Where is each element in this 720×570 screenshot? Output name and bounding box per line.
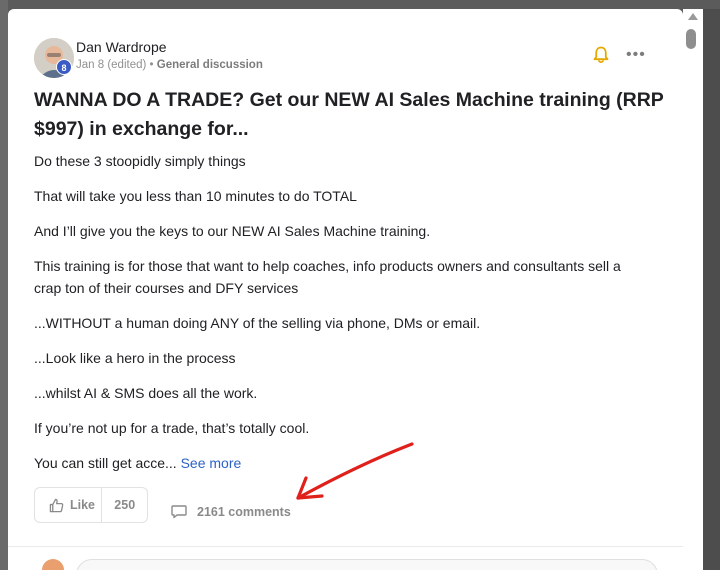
scroll-thumb[interactable]: [686, 29, 696, 49]
comment-bubble-icon: [171, 505, 187, 519]
backdrop: [0, 0, 8, 570]
post-paragraph: ...whilst AI & SMS does all the work.: [34, 385, 258, 401]
like-label: Like: [70, 498, 96, 512]
like-group: Like 250: [34, 487, 148, 523]
post-paragraph: That will take you less than 10 minutes …: [34, 188, 357, 204]
post-modal: 8 Dan Wardrope Jan 8 (edited) • General …: [8, 9, 683, 570]
truncated-text: You can still get acce...: [34, 455, 177, 471]
post-date: Jan 8 (edited): [76, 59, 147, 71]
post-paragraph: This training is for those that want to …: [34, 258, 621, 296]
annotation-arrow-icon: [296, 442, 414, 500]
post-meta: Jan 8 (edited) • General discussion: [76, 59, 263, 71]
post-title: WANNA DO A TRADE? Get our NEW AI Sales M…: [34, 89, 664, 140]
like-button[interactable]: Like: [35, 488, 103, 522]
level-badge: 8: [56, 59, 72, 75]
comment-input[interactable]: [76, 559, 658, 570]
post-paragraph: ...Look like a hero in the process: [34, 350, 236, 366]
category-link[interactable]: General discussion: [157, 59, 263, 71]
scroll-up-arrow-icon[interactable]: [688, 13, 698, 20]
more-horizontal-icon[interactable]: •••: [626, 47, 650, 63]
comments-count: 2161 comments: [197, 504, 291, 519]
post-paragraph: ...WITHOUT a human doing ANY of the sell…: [34, 315, 481, 331]
scrollbar[interactable]: [683, 9, 703, 570]
see-more-link[interactable]: See more: [181, 455, 242, 471]
divider: [8, 546, 683, 547]
backdrop-edge: [703, 9, 720, 570]
thumbs-up-icon: [49, 498, 64, 512]
bell-icon[interactable]: [593, 46, 609, 64]
author-name[interactable]: Dan Wardrope: [76, 39, 167, 55]
post-paragraph: Do these 3 stoopidly simply things: [34, 153, 246, 169]
post-paragraph: And I’ll give you the keys to our NEW AI…: [34, 223, 431, 239]
like-count[interactable]: 250: [102, 498, 147, 512]
comments-button[interactable]: 2161 comments: [171, 504, 291, 519]
meta-separator: •: [149, 59, 154, 71]
current-user-avatar: [42, 559, 64, 570]
